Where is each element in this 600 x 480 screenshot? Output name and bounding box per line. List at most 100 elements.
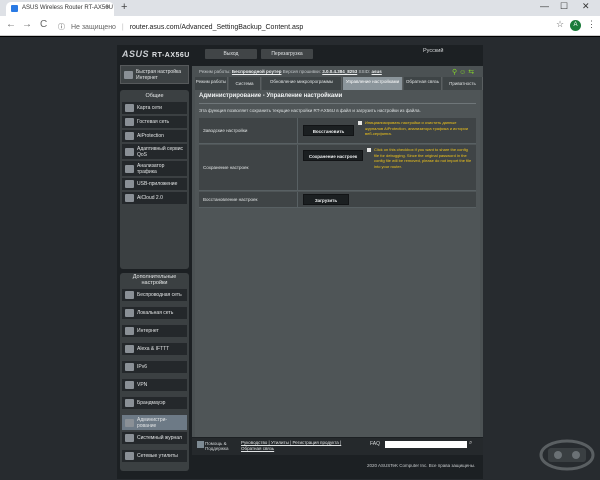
maximize-icon[interactable]: ☐ <box>560 1 568 12</box>
sidebar-item-guest-network[interactable]: Гостевая сеть <box>122 115 187 128</box>
sidebar-item-alexa-ifttt[interactable]: Alexa & IFTTT <box>122 342 187 355</box>
sidebar-item-wireless[interactable]: Беспроводная сеть <box>122 288 187 301</box>
lan-icon <box>125 309 134 317</box>
sidebar-item-label: Беспроводная сеть <box>137 292 182 298</box>
close-window-icon[interactable]: ✕ <box>582 1 590 12</box>
network-map-icon <box>125 104 134 112</box>
model-name: RT-AX56U <box>152 52 190 59</box>
sidebar-item-qos[interactable]: Адаптивный сервис QoS <box>122 143 187 159</box>
column-divider <box>297 145 298 190</box>
column-divider <box>297 118 298 143</box>
usb-icon <box>125 180 134 188</box>
sidebar-item-label: Карта сети <box>137 105 162 111</box>
quick-setup-icon <box>124 71 133 79</box>
tab-close-icon[interactable]: × <box>106 4 110 11</box>
faq-search-input[interactable] <box>385 441 467 448</box>
sidebar-item-vpn[interactable]: VPN <box>122 378 187 391</box>
logo-text: ASUS <box>122 49 150 59</box>
faq-search-icon[interactable]: ⌕ <box>469 440 472 447</box>
sidebar-item-aicloud[interactable]: AiCloud 2.0 <box>122 191 187 204</box>
browser-toolbar: ← → C ⓘ Не защищено | router.asus.com/Ad… <box>0 16 600 36</box>
url-text: router.asus.com/Advanced_SettingBackup_C… <box>129 24 304 31</box>
sidebar-item-label: VPN <box>137 382 148 388</box>
general-group: Общие Карта сети Гостевая сеть AiProtect… <box>120 90 189 269</box>
save-setting-label: Сохранение настроек <box>203 165 249 170</box>
firewall-icon <box>125 399 134 407</box>
tab-firmware-upgrade[interactable]: Обновление микропрограммы <box>262 77 342 90</box>
sidebar-item-wan[interactable]: Интернет <box>122 324 187 337</box>
back-icon[interactable]: ← <box>6 19 16 30</box>
upload-button[interactable]: Загрузить <box>303 194 349 205</box>
tab-system[interactable]: Система <box>229 77 261 90</box>
reboot-button[interactable]: Перезагрузка <box>261 49 313 59</box>
profile-avatar[interactable]: A <box>570 20 581 31</box>
mode-label: Режим работы: <box>199 69 231 74</box>
sidebar-item-label: AiCloud 2.0 <box>137 195 163 201</box>
ipv6-icon <box>125 363 134 371</box>
restore-button[interactable]: Восстановить <box>303 125 354 136</box>
tools-icon <box>125 452 134 460</box>
sidebar-item-usb[interactable]: USB-приложение <box>122 177 187 190</box>
address-bar[interactable]: ⓘ Не защищено | router.asus.com/Advanced… <box>58 19 558 33</box>
sidebar-item-lan[interactable]: Локальная сеть <box>122 306 187 319</box>
sidebar-item-label: USB-приложение <box>137 181 178 187</box>
sidebar-item-aiprotection[interactable]: AiProtection <box>122 129 187 142</box>
footer-links-text[interactable]: Руководство | Утилиты | Регистрация прод… <box>241 440 341 451</box>
site-watermark-logo <box>539 439 595 471</box>
tab-feedback[interactable]: Обратная связь <box>404 77 442 90</box>
logout-button[interactable]: Выход <box>205 49 257 59</box>
alexa-icon <box>125 345 134 353</box>
sidebar-item-label: Локальная сеть <box>137 310 174 316</box>
sidebar-item-label: Alexa & IFTTT <box>137 346 170 352</box>
sidebar-item-ipv6[interactable]: IPv6 <box>122 360 187 373</box>
sidebar-item-label: IPv6 <box>137 364 148 370</box>
internet-status-icon[interactable]: ⇆ <box>468 69 474 76</box>
guest-status-icon[interactable]: ☺ <box>459 69 466 76</box>
usb-status-icon[interactable]: ⚲ <box>452 69 457 76</box>
bookmark-star-icon[interactable]: ☆ <box>556 19 564 30</box>
sidebar-item-label: Анализатор трафика <box>137 163 165 175</box>
minimize-icon[interactable]: — <box>540 1 549 11</box>
tab-settings-management[interactable]: Управление настройками <box>343 77 403 90</box>
status-bar: Режим работы: Беспроводной роутер Версия… <box>199 69 382 74</box>
tab-bar: Режим работы Система Обновление микропро… <box>195 77 483 90</box>
debug-share-checkbox[interactable] <box>367 148 371 152</box>
sidebar-item-system-log[interactable]: Системный журнал <box>122 431 187 444</box>
firmware-value[interactable]: 3.0.0.4.384_8253 <box>322 69 357 74</box>
copyright-text: 2020 ASUSTeK Computer Inc. Все права защ… <box>367 463 476 468</box>
sidebar-item-label: Адаптивный сервис QoS <box>137 146 184 158</box>
sidebar-item-label: Интернет <box>137 328 159 334</box>
sidebar-item-traffic-analyzer[interactable]: Анализатор трафика <box>122 160 187 176</box>
save-setting-button[interactable]: Сохранение настроек <box>303 150 363 161</box>
new-tab-button[interactable]: + <box>121 1 127 13</box>
faq-label: FAQ <box>370 441 381 447</box>
tab-operation-mode[interactable]: Режим работы <box>195 77 228 90</box>
advanced-group: Дополнительные настройки Беспроводная се… <box>120 273 189 471</box>
router-ui: ASUS RT-AX56U Выход Перезагрузка Русский … <box>117 45 483 479</box>
browser-tab[interactable]: ASUS Wireless Router RT-AX56U × <box>6 2 114 16</box>
browser-menu-icon[interactable]: ⋮ <box>587 19 596 30</box>
guest-network-icon <box>125 118 134 126</box>
sidebar-item-network-tools[interactable]: Сетевые утилиты <box>122 449 187 462</box>
reload-icon[interactable]: C <box>40 19 47 30</box>
factory-default-note: Инициализировать настройки и очистить да… <box>365 120 468 136</box>
quick-setup-button[interactable]: Быстрая настройка Интернет <box>120 65 189 84</box>
save-setting-note: Click on this checkbox if you want to sh… <box>374 147 472 169</box>
cloud-icon <box>125 194 134 202</box>
firmware-label: Версия прошивки: <box>282 69 321 74</box>
globe-icon <box>125 327 134 335</box>
forward-icon[interactable]: → <box>22 19 32 30</box>
sidebar-item-firewall[interactable]: Брандмауэр <box>122 396 187 409</box>
language-select[interactable]: Русский <box>423 48 443 54</box>
clear-data-checkbox[interactable] <box>358 121 362 125</box>
general-header: Общие <box>145 93 164 99</box>
sidebar-item-network-map[interactable]: Карта сети <box>122 101 187 114</box>
shield-icon <box>125 132 134 140</box>
mode-value[interactable]: Беспроводной роутер <box>232 69 282 74</box>
tab-privacy[interactable]: Приватность <box>443 77 483 90</box>
footer-links[interactable]: Руководство | Утилиты | Регистрация прод… <box>241 440 361 452</box>
settings-panel: Администрирование - Управление настройка… <box>195 90 480 437</box>
sidebar-item-label: Администри-рование <box>137 417 168 429</box>
sidebar-item-administration[interactable]: Администри-рование <box>122 414 187 430</box>
quick-setup-label: Быстрая настройка Интернет <box>136 69 182 81</box>
